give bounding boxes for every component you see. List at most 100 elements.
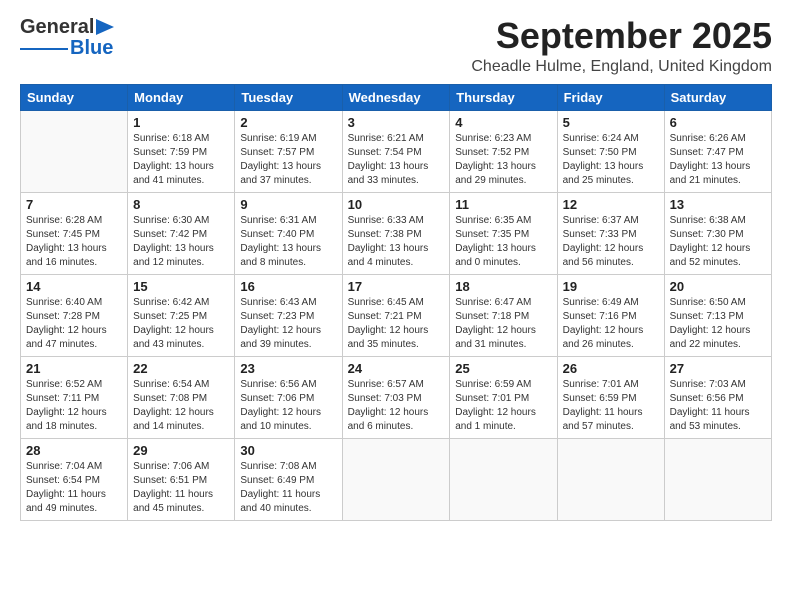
day-info: Sunrise: 6:24 AM Sunset: 7:50 PM Dayligh… <box>563 132 659 188</box>
calendar-cell: 27 Sunrise: 7:03 AM Sunset: 6:56 PM Dayli… <box>664 356 771 438</box>
day-number: 24 <box>348 361 445 376</box>
calendar-cell: 19 Sunrise: 6:49 AM Sunset: 7:16 PM Dayli… <box>557 274 664 356</box>
day-number: 16 <box>240 279 336 294</box>
day-number: 25 <box>455 361 551 376</box>
day-number: 22 <box>133 361 229 376</box>
calendar-cell: 28 Sunrise: 7:04 AM Sunset: 6:54 PM Dayli… <box>21 438 128 520</box>
day-number: 19 <box>563 279 659 294</box>
calendar-cell: 12 Sunrise: 6:37 AM Sunset: 7:33 PM Dayli… <box>557 192 664 274</box>
day-info: Sunrise: 6:52 AM Sunset: 7:11 PM Dayligh… <box>26 378 122 434</box>
logo-general-text: General <box>20 16 94 39</box>
day-info: Sunrise: 7:06 AM Sunset: 6:51 PM Dayligh… <box>133 460 229 516</box>
day-number: 28 <box>26 443 122 458</box>
day-info: Sunrise: 6:37 AM Sunset: 7:33 PM Dayligh… <box>563 214 659 270</box>
logo-flag-icon <box>96 19 114 35</box>
calendar-cell: 10 Sunrise: 6:33 AM Sunset: 7:38 PM Dayli… <box>342 192 450 274</box>
weekday-header: Wednesday <box>342 84 450 110</box>
calendar-cell: 14 Sunrise: 6:40 AM Sunset: 7:28 PM Dayli… <box>21 274 128 356</box>
calendar-cell <box>21 110 128 192</box>
location: Cheadle Hulme, England, United Kingdom <box>471 58 772 76</box>
calendar-cell <box>342 438 450 520</box>
day-number: 4 <box>455 115 551 130</box>
day-info: Sunrise: 6:50 AM Sunset: 7:13 PM Dayligh… <box>670 296 766 352</box>
day-number: 18 <box>455 279 551 294</box>
calendar-cell: 8 Sunrise: 6:30 AM Sunset: 7:42 PM Daylig… <box>128 192 235 274</box>
day-number: 8 <box>133 197 229 212</box>
day-number: 27 <box>670 361 766 376</box>
day-number: 14 <box>26 279 122 294</box>
calendar-cell: 9 Sunrise: 6:31 AM Sunset: 7:40 PM Daylig… <box>235 192 342 274</box>
calendar-cell: 6 Sunrise: 6:26 AM Sunset: 7:47 PM Daylig… <box>664 110 771 192</box>
day-info: Sunrise: 6:26 AM Sunset: 7:47 PM Dayligh… <box>670 132 766 188</box>
day-info: Sunrise: 6:40 AM Sunset: 7:28 PM Dayligh… <box>26 296 122 352</box>
day-number: 9 <box>240 197 336 212</box>
day-info: Sunrise: 6:28 AM Sunset: 7:45 PM Dayligh… <box>26 214 122 270</box>
weekday-header: Tuesday <box>235 84 342 110</box>
day-info: Sunrise: 7:08 AM Sunset: 6:49 PM Dayligh… <box>240 460 336 516</box>
calendar-table: SundayMondayTuesdayWednesdayThursdayFrid… <box>20 84 772 521</box>
day-info: Sunrise: 6:56 AM Sunset: 7:06 PM Dayligh… <box>240 378 336 434</box>
day-info: Sunrise: 6:31 AM Sunset: 7:40 PM Dayligh… <box>240 214 336 270</box>
calendar-cell <box>664 438 771 520</box>
day-info: Sunrise: 6:30 AM Sunset: 7:42 PM Dayligh… <box>133 214 229 270</box>
calendar-cell: 21 Sunrise: 6:52 AM Sunset: 7:11 PM Dayli… <box>21 356 128 438</box>
calendar-cell: 30 Sunrise: 7:08 AM Sunset: 6:49 PM Dayli… <box>235 438 342 520</box>
day-info: Sunrise: 7:03 AM Sunset: 6:56 PM Dayligh… <box>670 378 766 434</box>
day-number: 26 <box>563 361 659 376</box>
calendar-cell: 13Sunrise: 6:38 AM Sunset: 7:30 PM Dayli… <box>664 192 771 274</box>
calendar-cell: 23 Sunrise: 6:56 AM Sunset: 7:06 PM Dayli… <box>235 356 342 438</box>
weekday-header: Thursday <box>450 84 557 110</box>
calendar-cell: 25 Sunrise: 6:59 AM Sunset: 7:01 PM Dayli… <box>450 356 557 438</box>
day-number: 5 <box>563 115 659 130</box>
day-number: 13 <box>670 197 766 212</box>
month-title: September 2025 <box>471 16 772 56</box>
calendar-cell: 16 Sunrise: 6:43 AM Sunset: 7:23 PM Dayli… <box>235 274 342 356</box>
day-info: Sunrise: 6:59 AM Sunset: 7:01 PM Dayligh… <box>455 378 551 434</box>
day-info: Sunrise: 6:19 AM Sunset: 7:57 PM Dayligh… <box>240 132 336 188</box>
day-info: Sunrise: 6:18 AM Sunset: 7:59 PM Dayligh… <box>133 132 229 188</box>
day-info: Sunrise: 6:43 AM Sunset: 7:23 PM Dayligh… <box>240 296 336 352</box>
day-info: Sunrise: 7:04 AM Sunset: 6:54 PM Dayligh… <box>26 460 122 516</box>
day-info: Sunrise: 6:45 AM Sunset: 7:21 PM Dayligh… <box>348 296 445 352</box>
day-info: Sunrise: 6:35 AM Sunset: 7:35 PM Dayligh… <box>455 214 551 270</box>
calendar-cell: 18Sunrise: 6:47 AM Sunset: 7:18 PM Dayli… <box>450 274 557 356</box>
calendar-cell: 11 Sunrise: 6:35 AM Sunset: 7:35 PM Dayli… <box>450 192 557 274</box>
day-info: Sunrise: 6:33 AM Sunset: 7:38 PM Dayligh… <box>348 214 445 270</box>
day-number: 1 <box>133 115 229 130</box>
day-number: 21 <box>26 361 122 376</box>
weekday-header: Sunday <box>21 84 128 110</box>
calendar-cell: 4 Sunrise: 6:23 AM Sunset: 7:52 PM Daylig… <box>450 110 557 192</box>
calendar-cell: 15 Sunrise: 6:42 AM Sunset: 7:25 PM Dayli… <box>128 274 235 356</box>
day-number: 20 <box>670 279 766 294</box>
day-number: 15 <box>133 279 229 294</box>
day-info: Sunrise: 6:54 AM Sunset: 7:08 PM Dayligh… <box>133 378 229 434</box>
weekday-header: Saturday <box>664 84 771 110</box>
day-number: 17 <box>348 279 445 294</box>
day-info: Sunrise: 6:21 AM Sunset: 7:54 PM Dayligh… <box>348 132 445 188</box>
day-info: Sunrise: 6:57 AM Sunset: 7:03 PM Dayligh… <box>348 378 445 434</box>
logo-blue-text: Blue <box>70 37 113 60</box>
day-number: 23 <box>240 361 336 376</box>
day-number: 6 <box>670 115 766 130</box>
day-info: Sunrise: 6:23 AM Sunset: 7:52 PM Dayligh… <box>455 132 551 188</box>
calendar-cell: 24 Sunrise: 6:57 AM Sunset: 7:03 PM Dayli… <box>342 356 450 438</box>
day-number: 30 <box>240 443 336 458</box>
calendar-cell: 5 Sunrise: 6:24 AM Sunset: 7:50 PM Daylig… <box>557 110 664 192</box>
calendar-cell: 29 Sunrise: 7:06 AM Sunset: 6:51 PM Dayli… <box>128 438 235 520</box>
day-number: 29 <box>133 443 229 458</box>
calendar-cell: 22 Sunrise: 6:54 AM Sunset: 7:08 PM Dayli… <box>128 356 235 438</box>
weekday-header: Friday <box>557 84 664 110</box>
calendar-cell: 3Sunrise: 6:21 AM Sunset: 7:54 PM Daylig… <box>342 110 450 192</box>
calendar-cell: 2 Sunrise: 6:19 AM Sunset: 7:57 PM Daylig… <box>235 110 342 192</box>
day-number: 11 <box>455 197 551 212</box>
day-info: Sunrise: 6:42 AM Sunset: 7:25 PM Dayligh… <box>133 296 229 352</box>
calendar-cell: 7 Sunrise: 6:28 AM Sunset: 7:45 PM Daylig… <box>21 192 128 274</box>
day-info: Sunrise: 6:49 AM Sunset: 7:16 PM Dayligh… <box>563 296 659 352</box>
day-number: 10 <box>348 197 445 212</box>
calendar-cell <box>557 438 664 520</box>
calendar-cell: 20 Sunrise: 6:50 AM Sunset: 7:13 PM Dayli… <box>664 274 771 356</box>
calendar-cell: 26Sunrise: 7:01 AM Sunset: 6:59 PM Dayli… <box>557 356 664 438</box>
day-number: 7 <box>26 197 122 212</box>
day-number: 2 <box>240 115 336 130</box>
day-number: 12 <box>563 197 659 212</box>
